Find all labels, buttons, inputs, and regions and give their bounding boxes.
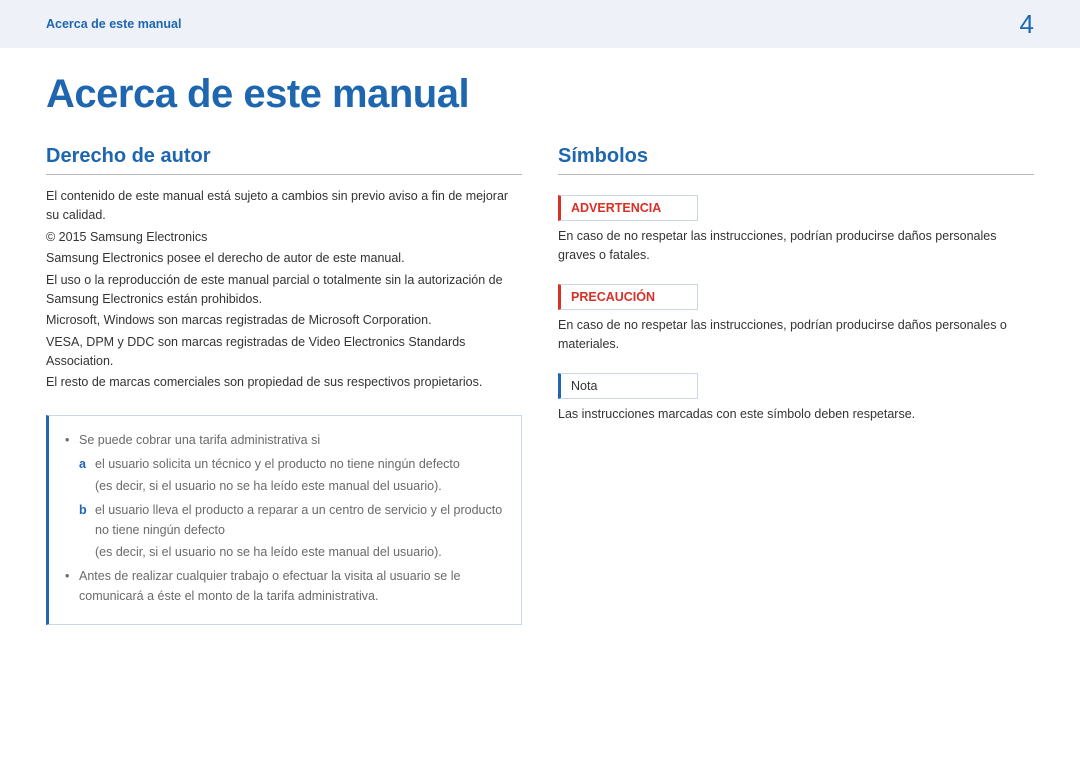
note-a-par: (es decir, si el usuario no se ha leído … — [95, 476, 505, 496]
columns: Derecho de autor El contenido de este ma… — [46, 145, 1034, 625]
copyright-para: VESA, DPM y DDC son marcas registradas d… — [46, 333, 522, 372]
breadcrumb[interactable]: Acerca de este manual — [46, 17, 182, 31]
note-intro: Se puede cobrar una tarifa administrativ… — [79, 430, 320, 450]
bullet-icon: • — [65, 430, 79, 450]
copyright-para: © 2015 Samsung Electronics — [46, 228, 522, 247]
list-item: • Se puede cobrar una tarifa administrat… — [65, 430, 505, 450]
manual-page: Acerca de este manual 4 Acerca de este m… — [0, 0, 1080, 763]
symbol-caution-text: En caso de no respetar las instrucciones… — [558, 316, 1034, 355]
admin-fee-notebox: • Se puede cobrar una tarifa administrat… — [46, 415, 522, 625]
page-number: 4 — [1020, 9, 1034, 40]
list-item: b el usuario lleva el producto a reparar… — [79, 500, 505, 540]
note-b2-text: Antes de realizar cualquier trabajo o ef… — [79, 566, 505, 606]
symbol-warning-text: En caso de no respetar las instrucciones… — [558, 227, 1034, 266]
symbol-note-text: Las instrucciones marcadas con este símb… — [558, 405, 1034, 424]
list-letter-a: a — [79, 454, 95, 474]
heading-copyright: Derecho de autor — [46, 145, 522, 175]
bullet-icon: • — [65, 566, 79, 606]
copyright-para: El resto de marcas comerciales son propi… — [46, 373, 522, 392]
page-content: Acerca de este manual Derecho de autor E… — [0, 48, 1080, 625]
list-item: a el usuario solicita un técnico y el pr… — [79, 454, 505, 474]
list-item: • Antes de realizar cualquier trabajo o … — [65, 566, 505, 606]
page-header: Acerca de este manual 4 — [0, 0, 1080, 48]
column-left: Derecho de autor El contenido de este ma… — [46, 145, 522, 625]
note-b-par: (es decir, si el usuario no se ha leído … — [95, 542, 505, 562]
copyright-para: Microsoft, Windows son marcas registrada… — [46, 311, 522, 330]
symbol-warning-label: ADVERTENCIA — [558, 195, 698, 221]
symbol-note-label: Nota — [558, 373, 698, 399]
note-a-text: el usuario solicita un técnico y el prod… — [95, 454, 460, 474]
page-title: Acerca de este manual — [46, 72, 1034, 117]
copyright-para: Samsung Electronics posee el derecho de … — [46, 249, 522, 268]
copyright-para: El contenido de este manual está sujeto … — [46, 187, 522, 226]
copyright-para: El uso o la reproducción de este manual … — [46, 271, 522, 310]
symbol-caution-label: PRECAUCIÓN — [558, 284, 698, 310]
column-right: Símbolos ADVERTENCIA En caso de no respe… — [558, 145, 1034, 625]
list-letter-b: b — [79, 500, 95, 540]
heading-symbols: Símbolos — [558, 145, 1034, 175]
note-b-text: el usuario lleva el producto a reparar a… — [95, 500, 505, 540]
